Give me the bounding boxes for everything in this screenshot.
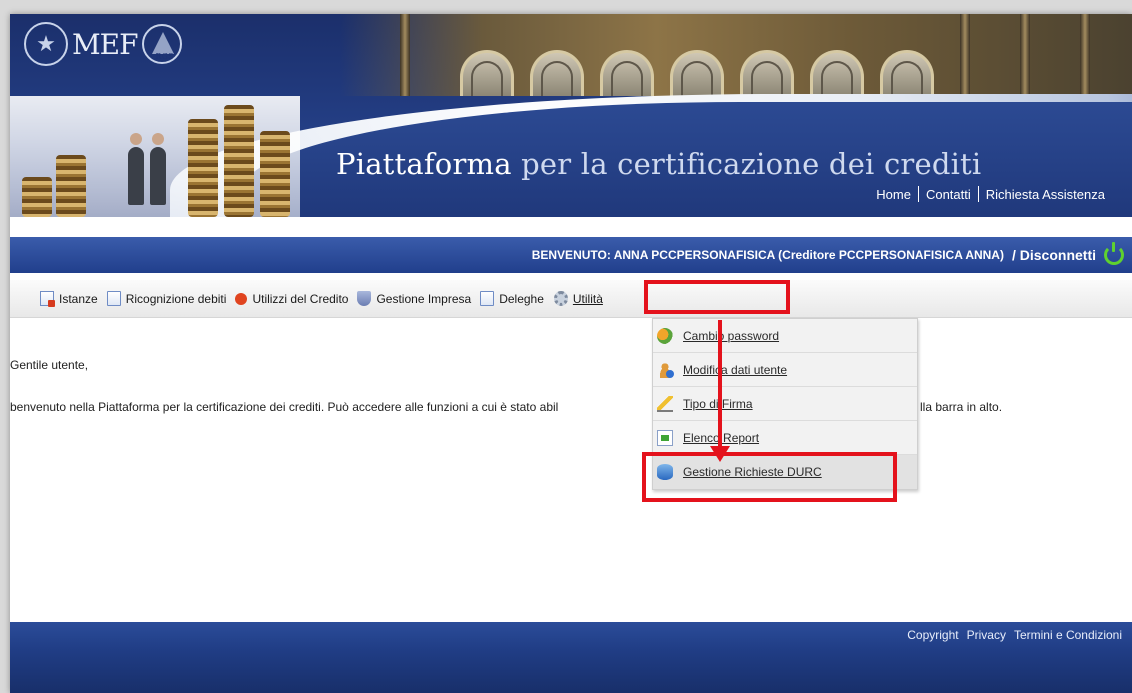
- power-icon[interactable]: [1104, 242, 1124, 265]
- document-icon: [106, 291, 121, 306]
- republic-seal-icon: ★: [24, 22, 68, 66]
- termini-link[interactable]: Termini e Condizioni: [1014, 628, 1122, 642]
- welcome-paragraph: benvenuto nella Piattaforma per la certi…: [10, 400, 559, 414]
- home-link[interactable]: Home: [869, 187, 918, 202]
- report-icon: [657, 429, 673, 446]
- dropdown-item-cambio-password[interactable]: Cambio password: [653, 319, 917, 353]
- user-icon: [657, 361, 674, 378]
- top-links: Home Contatti Richiesta Assistenza: [869, 186, 1112, 202]
- building-arches-image: [340, 14, 1132, 96]
- site-title: Piattaforma per la certificazione dei cr…: [336, 147, 982, 181]
- browser-page: ★ MEF RGS Piattaforma per la certificazi…: [10, 14, 1132, 693]
- menu-istanze[interactable]: Istanze: [40, 291, 98, 307]
- menu-utilita[interactable]: Utilità: [553, 291, 603, 306]
- document-red-icon: [40, 291, 55, 307]
- logout-link[interactable]: / Disconnetti: [1012, 247, 1096, 263]
- ribbon-icon: [235, 292, 248, 305]
- welcome-paragraph-end: lla barra in alto.: [920, 400, 1003, 414]
- dropdown-item-elenco-report[interactable]: Elenco Report: [653, 421, 917, 455]
- dropdown-item-modifica-dati-utente[interactable]: Modifica dati utente: [653, 353, 917, 387]
- logo-text: MEF: [72, 27, 139, 61]
- dropdown-item-gestione-richieste-durc[interactable]: Gestione Richieste DURC: [653, 455, 917, 489]
- database-icon: [657, 464, 673, 480]
- menu-gestione-impresa[interactable]: Gestione Impresa: [357, 291, 471, 306]
- welcome-bar: BENVENUTO: ANNA PCCPERSONAFISICA (Credit…: [10, 237, 1132, 273]
- coins-handshake-image: [10, 96, 300, 217]
- rgs-logo-icon: RGS: [141, 24, 182, 64]
- menu-ricognizione-debiti[interactable]: Ricognizione debiti: [106, 291, 226, 306]
- dropdown-item-tipo-di-firma[interactable]: Tipo di Firma: [653, 387, 917, 421]
- shield-icon: [357, 291, 372, 306]
- welcome-text: BENVENUTO: ANNA PCCPERSONAFISICA (Credit…: [531, 248, 1004, 262]
- site-header: ★ MEF RGS Piattaforma per la certificazi…: [10, 14, 1132, 217]
- copyright-link[interactable]: Copyright: [907, 628, 958, 642]
- contatti-link[interactable]: Contatti: [919, 187, 978, 202]
- mef-logo[interactable]: ★ MEF RGS: [24, 22, 182, 66]
- gear-icon: [553, 291, 568, 306]
- utilita-dropdown-menu: Cambio password Modifica dati utente Tip…: [652, 318, 918, 490]
- annotation-arrow: [718, 320, 722, 450]
- main-menu: Istanze Ricognizione debiti Utilizzi del…: [10, 280, 1132, 318]
- key-icon: [657, 327, 673, 344]
- footer-links: Copyright Privacy Termini e Condizioni: [907, 628, 1122, 642]
- pen-icon: [657, 395, 673, 412]
- site-footer: Copyright Privacy Termini e Condizioni: [10, 622, 1132, 693]
- privacy-link[interactable]: Privacy: [967, 628, 1006, 642]
- menu-deleghe[interactable]: Deleghe: [480, 291, 544, 306]
- richiesta-assistenza-link[interactable]: Richiesta Assistenza: [979, 187, 1112, 202]
- greeting-text: Gentile utente,: [10, 358, 89, 372]
- menu-utilizzi-del-credito[interactable]: Utilizzi del Credito: [235, 292, 348, 306]
- annotation-arrow-head: [710, 446, 730, 462]
- document-icon: [480, 291, 495, 306]
